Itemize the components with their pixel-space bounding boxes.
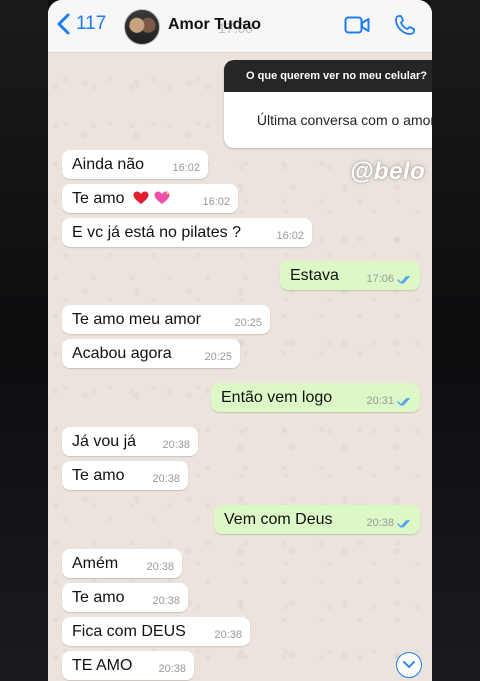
video-camera-icon <box>344 16 370 34</box>
message-text: Acabou agora <box>72 344 172 362</box>
message-text: E vc já está no pilates ? <box>72 223 241 241</box>
background-right <box>430 0 480 681</box>
message-bubble[interactable]: Já vou já 20:38 <box>62 427 198 456</box>
message-text: Te amo <box>72 588 125 606</box>
story-reply-card: O que querem ver no meu celular? Última … <box>224 60 432 148</box>
background-left <box>0 0 48 681</box>
message-text: Te amo meu amor <box>72 310 201 328</box>
chevron-left-icon <box>57 13 70 35</box>
scroll-to-bottom-button[interactable] <box>396 652 422 678</box>
message-bubble-outgoing[interactable]: Vem com Deus 20:38 <box>214 505 420 534</box>
message-text: Ainda não <box>72 155 145 173</box>
message-time: 20:38 <box>366 517 394 529</box>
message-bubble[interactable]: Te amo 20:38 <box>62 583 188 612</box>
message-bubble[interactable]: E vc já está no pilates ? 16:02 <box>62 218 312 247</box>
message-text: TE AMO <box>72 656 133 674</box>
message-time: 20:38 <box>146 561 174 573</box>
message-time: 16:02 <box>172 162 200 174</box>
message-time: 20:38 <box>152 473 180 485</box>
message-bubble[interactable]: TE AMO 20:38 <box>62 651 194 680</box>
message-time: 20:38 <box>152 595 180 607</box>
message-time: 17:06 <box>366 273 394 285</box>
story-question: O que querem ver no meu celular? <box>224 60 432 92</box>
message-time: 20:38 <box>162 439 190 451</box>
message-time: 16:02 <box>276 230 304 242</box>
message-text: Amém <box>72 554 119 572</box>
message-text: Então vem logo <box>221 388 333 406</box>
phone-icon <box>395 15 415 35</box>
message-content: Te amo <box>62 190 170 208</box>
video-call-button[interactable] <box>344 16 370 39</box>
message-text: Fica com DEUS <box>72 622 186 640</box>
message-bubble-outgoing[interactable]: Então vem logo 20:31 <box>211 383 420 412</box>
double-check-icon <box>397 519 410 529</box>
double-check-icon <box>397 397 410 407</box>
chat-header: 117 17:00 Amor Tudao <box>48 0 432 53</box>
message-text: Vem com Deus <box>224 510 333 528</box>
message-time: 20:25 <box>204 351 232 363</box>
back-count: 117 <box>76 13 107 34</box>
message-bubble[interactable]: Te amo meu amor 20:25 <box>62 305 270 334</box>
message-time: 16:02 <box>202 196 230 208</box>
story-question-text: O que querem ver no meu celular? <box>246 70 427 82</box>
red-heart-icon <box>133 191 149 205</box>
message-time: 20:25 <box>234 317 262 329</box>
message-text: Te amo <box>72 466 125 484</box>
chat-screen: 117 17:00 Amor Tudao O que querem ver no… <box>48 0 432 681</box>
message-bubble[interactable]: Te amo 20:38 <box>62 461 188 490</box>
message-text: Estava <box>290 266 339 284</box>
chevron-down-icon <box>403 661 415 668</box>
message-bubble[interactable]: Acabou agora 20:25 <box>62 339 240 368</box>
contact-name[interactable]: Amor Tudao <box>168 16 261 34</box>
message-bubble[interactable]: Amém 20:38 <box>62 549 182 578</box>
story-answer: Última conversa com o amor <box>256 112 432 128</box>
message-text: Te amo <box>72 189 125 207</box>
message-time: 20:31 <box>366 395 394 407</box>
message-text: Já vou já <box>72 432 137 450</box>
avatar[interactable] <box>124 9 160 45</box>
message-bubble[interactable]: Ainda não 16:02 <box>62 150 208 179</box>
message-bubble-outgoing[interactable]: Estava 17:06 <box>280 261 420 290</box>
message-bubble[interactable]: Fica com DEUS 20:38 <box>62 617 250 646</box>
voice-call-button[interactable] <box>394 14 416 41</box>
message-bubble[interactable]: Te amo 16:02 <box>62 184 238 213</box>
sparkling-heart-icon <box>154 191 170 205</box>
watermark: @belo <box>350 158 426 185</box>
back-button[interactable]: 117 <box>56 13 106 35</box>
double-check-icon <box>397 275 410 285</box>
message-time: 20:38 <box>214 629 242 641</box>
message-time: 20:38 <box>158 663 186 675</box>
